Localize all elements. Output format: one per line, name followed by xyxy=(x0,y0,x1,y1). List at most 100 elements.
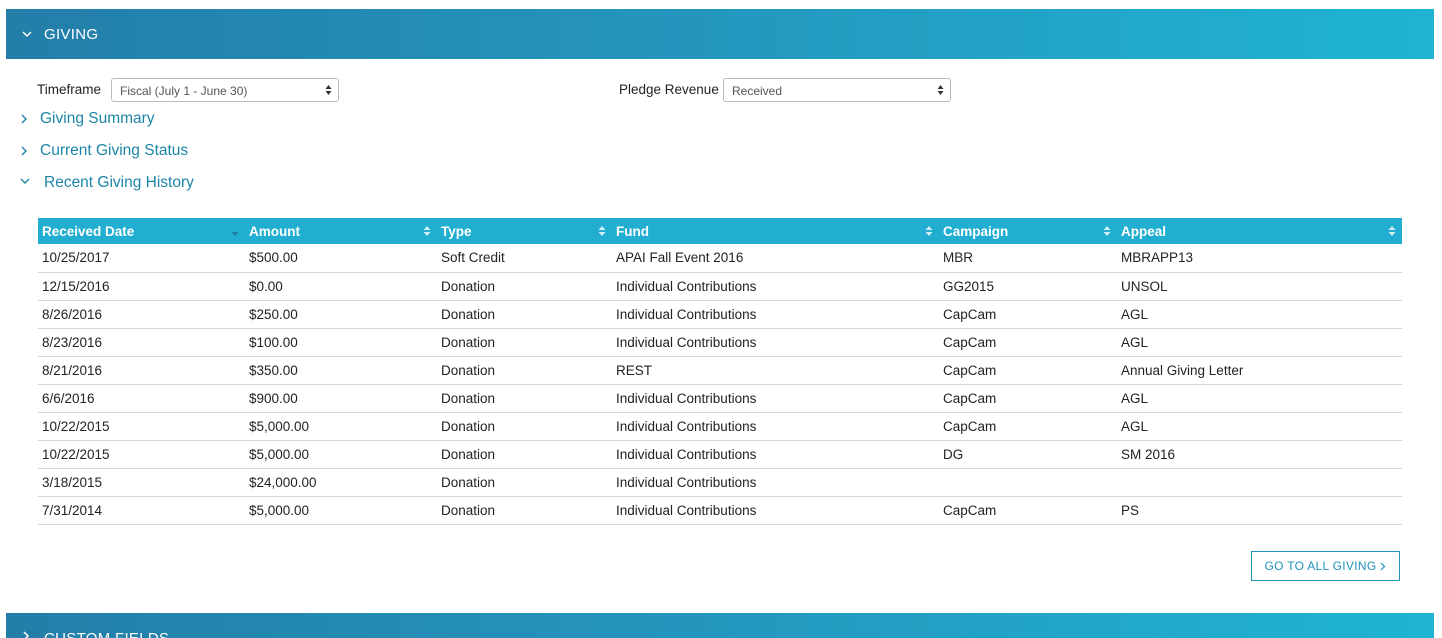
sort-icon xyxy=(1103,225,1111,237)
column-header-label: Appeal xyxy=(1121,223,1167,239)
timeframe-select-value: Fiscal (July 1 - June 30) xyxy=(120,84,248,98)
table-cell-amount: $5,000.00 xyxy=(249,502,310,518)
timeframe-select[interactable]: Fiscal (July 1 - June 30) xyxy=(111,78,339,102)
table-row[interactable]: 7/31/2014 $5,000.00 Donation Individual Con… xyxy=(38,496,1402,524)
column-header-received-date[interactable]: Received Date xyxy=(38,218,245,244)
table-cell-type: Donation xyxy=(441,306,496,322)
table-cell-received-date: 10/22/2015 xyxy=(42,446,110,462)
table-cell-amount: $0.00 xyxy=(249,278,283,294)
table-cell-received-date: 10/22/2015 xyxy=(42,418,110,434)
accordion-recent-giving-history[interactable]: Recent Giving History xyxy=(20,174,194,192)
column-header-amount[interactable]: Amount xyxy=(245,218,437,244)
table-row[interactable]: 10/25/2017 $500.00 Soft Credit APAI Fall Ev… xyxy=(38,244,1402,272)
table-cell-appeal xyxy=(1117,468,1402,496)
go-to-all-giving-label: GO TO ALL GIVING xyxy=(1264,559,1377,573)
giving-section-header[interactable]: GIVING xyxy=(6,9,1434,59)
chevron-right-icon xyxy=(1380,562,1386,571)
column-header-label: Amount xyxy=(249,223,300,239)
table-row[interactable]: 8/26/2016 $250.00 Donation Individual Contr… xyxy=(38,300,1402,328)
table-row[interactable]: 10/22/2015 $5,000.00 Donation Individual Co… xyxy=(38,412,1402,440)
table-cell-fund: Individual Contributions xyxy=(616,278,757,294)
table-cell-fund: Individual Contributions xyxy=(616,390,757,406)
table-cell-fund: REST xyxy=(616,362,653,378)
table-cell-type: Donation xyxy=(441,362,496,378)
table-cell-campaign: CapCam xyxy=(943,502,997,518)
chevron-down-icon xyxy=(22,28,34,40)
chevron-down-icon xyxy=(20,178,34,188)
table-cell-fund: APAI Fall Event 2016 xyxy=(616,250,744,266)
chevron-right-icon xyxy=(20,114,30,124)
pledge-revenue-select[interactable]: Received xyxy=(723,78,951,102)
table-header-row: Received Date Amount Type Fund Campaign Appea… xyxy=(38,218,1402,244)
table-cell-amount: $24,000.00 xyxy=(249,474,317,490)
column-header-type[interactable]: Type xyxy=(437,218,612,244)
table-cell-appeal: AGL xyxy=(1121,306,1149,322)
table-cell-received-date: 10/25/2017 xyxy=(42,250,110,266)
table-cell-amount: $5,000.00 xyxy=(249,446,310,462)
table-row[interactable]: 8/21/2016 $350.00 Donation REST CapCam Annual… xyxy=(38,356,1402,384)
column-header-label: Received Date xyxy=(42,223,135,239)
table-row[interactable]: 12/15/2016 $0.00 Donation Individual Contri… xyxy=(38,272,1402,300)
table-cell-type: Donation xyxy=(441,502,496,518)
accordion-current-giving-status[interactable]: Current Giving Status xyxy=(20,142,188,160)
table-cell-campaign: CapCam xyxy=(943,418,997,434)
go-to-all-giving-button[interactable]: GO TO ALL GIVING xyxy=(1251,551,1400,581)
table-row[interactable]: 3/18/2015 $24,000.00 Donation Individual Co… xyxy=(38,468,1402,496)
sort-icon xyxy=(925,225,933,237)
table-cell-campaign: CapCam xyxy=(943,362,997,378)
table-cell-campaign: GG2015 xyxy=(943,278,995,294)
select-arrows-icon xyxy=(325,84,332,96)
table-cell-campaign xyxy=(939,468,1117,496)
column-header-campaign[interactable]: Campaign xyxy=(939,218,1117,244)
accordion-label: Recent Giving History xyxy=(44,174,194,191)
table-cell-appeal: AGL xyxy=(1121,334,1149,350)
table-cell-received-date: 7/31/2014 xyxy=(42,502,103,518)
column-header-appeal[interactable]: Appeal xyxy=(1117,218,1402,244)
table-row[interactable]: 6/6/2016 $900.00 Donation Individual Contri… xyxy=(38,384,1402,412)
table-cell-appeal: SM 2016 xyxy=(1121,446,1176,462)
table-cell-received-date: 12/15/2016 xyxy=(42,278,110,294)
table-cell-fund: Individual Contributions xyxy=(616,418,757,434)
select-arrows-icon xyxy=(937,84,944,96)
table-cell-appeal: MBRAPP13 xyxy=(1121,250,1194,266)
table-cell-type: Donation xyxy=(441,446,496,462)
table-cell-received-date: 6/6/2016 xyxy=(42,390,95,406)
giving-section-title: GIVING xyxy=(44,25,99,43)
column-header-fund[interactable]: Fund xyxy=(612,218,939,244)
table-cell-received-date: 8/26/2016 xyxy=(42,306,103,322)
column-header-label: Type xyxy=(441,223,472,239)
table-row[interactable]: 8/23/2016 $100.00 Donation Individual Contr… xyxy=(38,328,1402,356)
accordion-label: Giving Summary xyxy=(40,110,155,127)
table-cell-type: Donation xyxy=(441,278,496,294)
accordion-giving-summary[interactable]: Giving Summary xyxy=(20,110,155,128)
table-cell-fund: Individual Contributions xyxy=(616,306,757,322)
table-row[interactable]: 10/22/2015 $5,000.00 Donation Individual Co… xyxy=(38,440,1402,468)
table-cell-campaign: CapCam xyxy=(943,390,997,406)
chevron-right-icon xyxy=(20,146,30,156)
timeframe-label: Timeframe xyxy=(37,82,102,97)
table-cell-appeal: UNSOL xyxy=(1121,278,1168,294)
table-cell-amount: $100.00 xyxy=(249,334,298,350)
table-cell-fund: Individual Contributions xyxy=(616,474,757,490)
table-cell-campaign: MBR xyxy=(943,250,973,266)
column-header-label: Fund xyxy=(616,223,649,239)
column-header-label: Campaign xyxy=(943,223,1009,239)
table-cell-campaign: CapCam xyxy=(943,334,997,350)
table-cell-fund: Individual Contributions xyxy=(616,446,757,462)
table-cell-amount: $350.00 xyxy=(249,362,298,378)
table-cell-campaign: DG xyxy=(943,446,964,462)
table-cell-appeal: AGL xyxy=(1121,418,1149,434)
table-cell-received-date: 8/23/2016 xyxy=(42,334,103,350)
table-cell-received-date: 3/18/2015 xyxy=(42,474,103,490)
recent-giving-table: Received Date Amount Type Fund Campaign Appea… xyxy=(38,218,1402,525)
sort-desc-icon xyxy=(231,225,239,237)
table-cell-fund: Individual Contributions xyxy=(616,502,757,518)
custom-fields-section-header[interactable]: CUSTOM FIELDS xyxy=(6,613,1434,638)
table-cell-type: Donation xyxy=(441,334,496,350)
table-cell-appeal: Annual Giving Letter xyxy=(1121,362,1244,378)
table-cell-fund: Individual Contributions xyxy=(616,334,757,350)
chevron-right-icon xyxy=(22,630,34,638)
pledge-revenue-select-value: Received xyxy=(732,84,783,98)
table-body: 10/25/2017 $500.00 Soft Credit APAI Fall Ev… xyxy=(38,244,1402,524)
pledge-revenue-label: Pledge Revenue xyxy=(619,82,719,97)
